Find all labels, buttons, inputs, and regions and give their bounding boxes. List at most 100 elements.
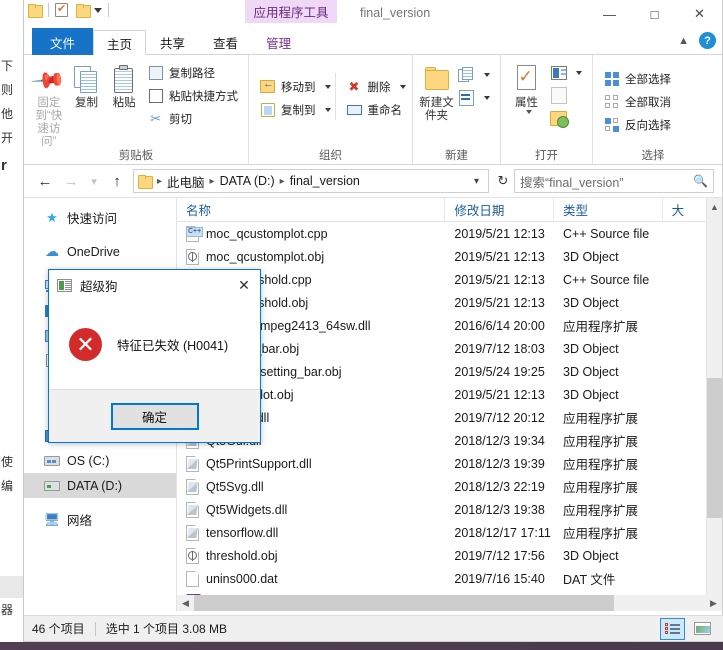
chevron-down-icon-6[interactable]	[525, 110, 532, 114]
chevron-up-icon[interactable]: ▲	[678, 35, 689, 47]
table-row[interactable]: moc_qcustomplot.obj 2019/5/21 12:13 3D O…	[177, 245, 722, 268]
tab-manage[interactable]: 管理	[252, 29, 305, 55]
background-window[interactable]: 下 则 他 开 r 使 编 器	[0, 0, 24, 642]
move-to-button[interactable]: 移动到	[255, 76, 335, 97]
back-button[interactable]: ←	[32, 168, 58, 194]
thumbnail-view-button[interactable]	[690, 618, 715, 640]
recent-locations-button[interactable]: ▾	[84, 168, 104, 194]
hscrollbar-thumb[interactable]	[194, 595, 614, 611]
breadcrumb[interactable]: ▸ 此电脑 ▸ DATA (D:) ▸ final_version ▾	[133, 169, 489, 193]
column-header-name[interactable]: 名称	[177, 198, 446, 222]
thumbnail-view-icon	[694, 622, 711, 635]
invert-selection-button[interactable]: 反向选择	[599, 114, 675, 135]
copy-to-button[interactable]: 复制到	[255, 99, 335, 120]
sidebar-item-quick-access[interactable]: ★ 快速访问	[24, 205, 176, 230]
maximize-button[interactable]: □	[632, 0, 677, 28]
close-icon[interactable]: ✕	[228, 270, 260, 300]
details-view-button[interactable]	[660, 617, 685, 640]
column-header-date[interactable]: 修改日期	[445, 198, 555, 222]
copy-button[interactable]: 复制	[68, 59, 106, 110]
up-button[interactable]: ↑	[104, 168, 130, 194]
chevron-down-icon-4[interactable]	[484, 72, 490, 77]
properties-icon[interactable]	[55, 2, 68, 17]
properties-label: 属性	[515, 97, 538, 109]
table-row[interactable]: unins000.dat 2019/7/16 15:40 DAT 文件	[177, 567, 722, 590]
copy-label: 复制	[75, 97, 98, 109]
minimize-button[interactable]: —	[587, 0, 632, 28]
obj-file-icon	[186, 248, 200, 265]
sidebar-item-os-c[interactable]: OS (C:)	[24, 448, 176, 473]
chevron-down-icon[interactable]: ▾	[469, 176, 484, 187]
properties-button[interactable]: ✓ 属性	[507, 59, 546, 114]
copy-path-button[interactable]: 复制路径	[143, 62, 242, 83]
edit-button[interactable]	[546, 85, 586, 106]
new-folder-icon[interactable]	[76, 4, 91, 18]
open-button[interactable]	[546, 62, 586, 83]
scroll-right-icon[interactable]: ▶	[705, 598, 722, 609]
sidebar-item-network[interactable]: 🖥 网络	[24, 507, 176, 532]
table-row[interactable]: tensorflow.dll 2018/12/17 17:11 应用程序扩展 6	[177, 521, 722, 544]
dialog-message: 特征已失效 (H0041)	[117, 339, 229, 353]
bg-char-5: 使	[1, 455, 14, 469]
refresh-icon[interactable]: ↻	[492, 173, 514, 189]
sidebar-item-data-d[interactable]: DATA (D:)	[24, 473, 176, 498]
file-type-cell: 应用程序扩展	[563, 527, 639, 541]
forward-button[interactable]: →	[58, 168, 84, 194]
sidebar-item-onedrive[interactable]: ☁ OneDrive	[24, 239, 176, 264]
file-date-cell: 2019/7/12 18:03	[454, 341, 545, 356]
select-none-button[interactable]: 全部取消	[599, 91, 675, 112]
bg-char-7: 器	[1, 603, 14, 617]
address-bar: ← → ▾ ↑ ▸ 此电脑 ▸ DATA (D:) ▸ final_versio…	[24, 165, 722, 197]
new-folder-button[interactable]: 新建文件夹	[419, 59, 454, 123]
scrollbar-thumb[interactable]	[707, 378, 722, 518]
chevron-down-icon-7[interactable]	[576, 70, 582, 75]
bg-char-2: 他	[1, 107, 14, 121]
chevron-down-icon-3[interactable]	[399, 84, 406, 89]
horizontal-scrollbar[interactable]: ◀ ▶	[177, 595, 722, 611]
chevron-down-icon-2[interactable]	[324, 107, 331, 112]
rename-icon	[346, 104, 362, 115]
vertical-scrollbar[interactable]: ▲ ▼	[706, 198, 722, 611]
new-item-button[interactable]	[454, 64, 494, 85]
easy-access-button[interactable]	[454, 87, 494, 108]
tab-view[interactable]: 查看	[199, 29, 252, 55]
column-header-type[interactable]: 类型	[554, 198, 663, 222]
ribbon-body: 📌 固定到“快速访问” 复制 粘贴 复制路径 粘贴快捷方式 ✂ 剪切 剪贴板 ←…	[24, 55, 722, 165]
table-row[interactable]: threshold.obj 2019/7/12 17:56 3D Object	[177, 544, 722, 567]
pin-to-quick-access-button[interactable]: 📌 固定到“快速访问”	[30, 59, 68, 149]
tab-share[interactable]: 共享	[146, 29, 199, 55]
search-icon[interactable]: 🔍	[693, 174, 708, 188]
scroll-up-icon[interactable]: ▲	[707, 198, 722, 215]
view-buttons	[660, 617, 715, 640]
breadcrumb-item-2[interactable]: final_version	[290, 174, 360, 188]
breadcrumb-item-1[interactable]: DATA (D:)	[220, 174, 275, 188]
hscroll-track[interactable]	[194, 595, 705, 611]
tab-home[interactable]: 主页	[93, 30, 147, 56]
file-type-cell: 3D Object	[563, 387, 619, 402]
help-icon[interactable]: ?	[699, 32, 716, 49]
table-row[interactable]: C++ moc_qcustomplot.cpp 2019/5/21 12:13 …	[177, 222, 722, 245]
history-button[interactable]	[546, 108, 586, 129]
paste-button[interactable]: 粘贴	[105, 59, 143, 110]
scroll-left-icon[interactable]: ◀	[177, 598, 194, 609]
chevron-down-icon[interactable]	[324, 84, 331, 89]
table-row[interactable]: Qt5PrintSupport.dll 2018/12/3 19:39 应用程序…	[177, 452, 722, 475]
dll-file-icon	[186, 455, 200, 472]
table-row[interactable]: Qt5Svg.dll 2018/12/3 22:19 应用程序扩展	[177, 475, 722, 498]
chevron-down-icon-5[interactable]	[484, 95, 490, 100]
rename-button[interactable]: 重命名	[342, 99, 410, 120]
cut-button[interactable]: ✂ 剪切	[143, 108, 242, 129]
chevron-down-icon[interactable]	[94, 7, 102, 13]
select-all-button[interactable]: 全部选择	[599, 68, 675, 89]
delete-button[interactable]: ✖ 删除	[342, 76, 410, 97]
close-button[interactable]: ✕	[677, 0, 722, 28]
table-row[interactable]: Qt5Widgets.dll 2018/12/3 19:38 应用程序扩展	[177, 498, 722, 521]
tab-file[interactable]: 文件	[32, 28, 94, 55]
ok-button[interactable]: 确定	[110, 402, 199, 430]
paste-shortcut-button[interactable]: 粘贴快捷方式	[143, 85, 242, 106]
folder-icon	[138, 175, 153, 189]
file-date-cell: 2016/6/14 20:00	[454, 318, 545, 333]
folder-icon[interactable]	[28, 4, 43, 18]
breadcrumb-item-0[interactable]: 此电脑	[167, 172, 205, 191]
search-input[interactable]: 搜索“final_version” 🔍	[514, 169, 714, 193]
